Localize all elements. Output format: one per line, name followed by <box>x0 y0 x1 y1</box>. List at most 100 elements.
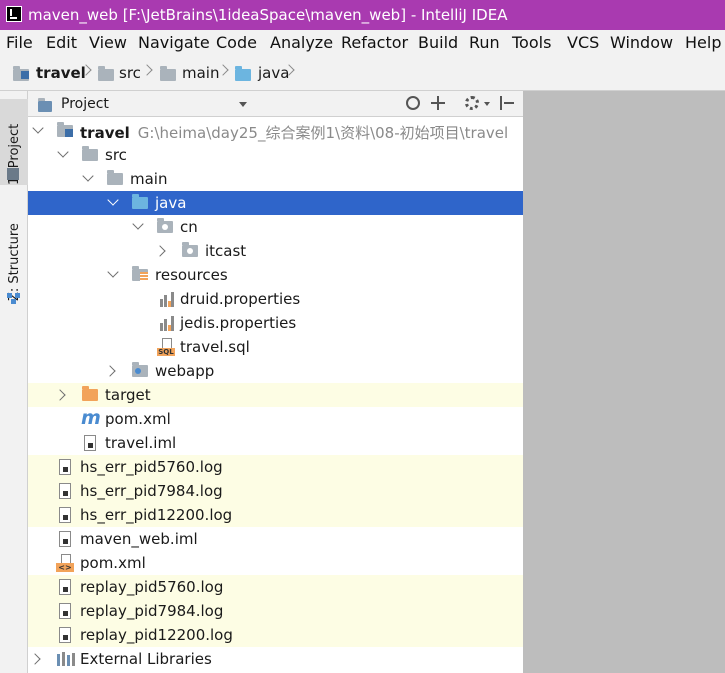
menu-build[interactable]: Build <box>418 33 458 52</box>
tree-label-maven-web-iml: maven_web.iml <box>80 530 198 548</box>
project-view-selector[interactable]: Project <box>61 96 109 112</box>
tree-row-java[interactable]: java <box>28 191 523 215</box>
tree-row-log-file[interactable]: replay_pid7984.log <box>28 599 523 623</box>
tool-window-strip: 1: Project Z: Structure <box>0 91 28 673</box>
project-icon <box>7 168 19 180</box>
chevron-right-icon[interactable] <box>54 389 66 401</box>
tree-label-log-file: hs_err_pid12200.log <box>80 506 233 524</box>
menu-vcs[interactable]: VCS <box>567 33 599 52</box>
tree-label-src: src <box>105 146 127 164</box>
chevron-down-icon[interactable] <box>57 146 69 158</box>
properties-file-icon <box>160 315 174 331</box>
menu-tools[interactable]: Tools <box>512 33 551 52</box>
tree-row-src[interactable]: src <box>28 143 523 167</box>
tree-label-druid-properties: druid.properties <box>180 290 301 308</box>
tree-label-main: main <box>130 170 168 188</box>
tree-row-travel-iml[interactable]: travel.iml <box>28 431 523 455</box>
menu-window[interactable]: Window <box>610 33 673 52</box>
intellij-icon <box>6 6 22 22</box>
menu-run[interactable]: Run <box>469 33 500 52</box>
tree-row-log-file[interactable]: hs_err_pid12200.log <box>28 503 523 527</box>
crosshair-icon[interactable] <box>406 96 420 110</box>
tree-row-pom-xml-root[interactable]: <> pom.xml <box>28 551 523 575</box>
menu-analyze[interactable]: Analyze <box>270 33 333 52</box>
tree-label-external-libraries: External Libraries <box>80 650 212 668</box>
gear-dropdown-icon[interactable] <box>484 102 490 106</box>
tree-label-resources: resources <box>155 266 228 284</box>
chevron-right-icon[interactable] <box>104 365 116 377</box>
structure-icon <box>7 293 21 305</box>
xml-file-icon: <> <box>56 554 74 572</box>
external-libraries-icon <box>57 652 75 666</box>
tab-structure[interactable]: Z: Structure <box>0 211 28 301</box>
log-file-icon <box>59 483 71 499</box>
chevron-right-icon[interactable] <box>29 653 41 665</box>
breadcrumb: travel src main java <box>0 56 725 91</box>
log-file-icon <box>59 579 71 595</box>
tree-row-cn[interactable]: cn <box>28 215 523 239</box>
chevron-right-icon <box>141 64 153 76</box>
menu-file[interactable]: File <box>6 33 33 52</box>
tree-row-main[interactable]: main <box>28 167 523 191</box>
tree-label-itcast: itcast <box>205 242 247 260</box>
gear-icon[interactable] <box>465 96 479 110</box>
folder-icon <box>160 66 176 81</box>
collapse-all-icon[interactable] <box>431 96 445 110</box>
breadcrumb-main[interactable]: main <box>182 56 219 90</box>
menu-code[interactable]: Code <box>216 33 257 52</box>
tree-label-webapp: webapp <box>155 362 215 380</box>
log-file-icon <box>59 459 71 475</box>
tree-row-travel[interactable]: travel G:\heima\day25_综合案例1\资料\08-初始项目\tr… <box>28 119 523 143</box>
tree-label-log-file: hs_err_pid5760.log <box>80 458 223 476</box>
tree-label-log-file: replay_pid7984.log <box>80 602 224 620</box>
tree-label-java: java <box>155 194 187 212</box>
title-bar: maven_web [F:\JetBrains\1ideaSpace\maven… <box>0 0 725 30</box>
breadcrumb-src[interactable]: src <box>119 56 141 90</box>
tree-label-travel-iml: travel.iml <box>105 434 177 452</box>
tree-label-pom-xml-root: pom.xml <box>80 554 146 572</box>
tree-label-pom-xml-module: pom.xml <box>105 410 171 428</box>
tree-row-log-file[interactable]: hs_err_pid5760.log <box>28 455 523 479</box>
hide-icon[interactable] <box>500 96 514 110</box>
chevron-down-icon[interactable] <box>132 218 144 230</box>
menu-edit[interactable]: Edit <box>46 33 77 52</box>
maven-icon: m <box>81 407 101 429</box>
breadcrumb-travel[interactable]: travel <box>36 56 86 90</box>
tree-row-webapp[interactable]: webapp <box>28 359 523 383</box>
log-file-icon <box>59 627 71 643</box>
tree-row-jedis-properties[interactable]: jedis.properties <box>28 311 523 335</box>
project-panel-header: Project <box>28 91 523 117</box>
chevron-right-icon[interactable] <box>154 245 166 257</box>
window-title: maven_web [F:\JetBrains\1ideaSpace\maven… <box>28 6 508 24</box>
tree-row-log-file[interactable]: replay_pid5760.log <box>28 575 523 599</box>
tree-label-target: target <box>105 386 151 404</box>
menu-navigate[interactable]: Navigate <box>138 33 210 52</box>
tree-label-log-file: hs_err_pid7984.log <box>80 482 223 500</box>
iml-file-icon <box>59 531 71 547</box>
module-folder-icon <box>13 66 29 85</box>
menu-refactor[interactable]: Refactor <box>341 33 408 52</box>
tree-row-external-libraries[interactable]: External Libraries <box>28 647 523 671</box>
chevron-down-icon[interactable] <box>82 170 94 182</box>
editor-area <box>523 91 725 673</box>
log-file-icon <box>59 603 71 619</box>
menu-view[interactable]: View <box>89 33 127 52</box>
tree-row-itcast[interactable]: itcast <box>28 239 523 263</box>
tree-row-log-file[interactable]: replay_pid12200.log <box>28 623 523 647</box>
tree-label-travel-sql: travel.sql <box>180 338 250 356</box>
chevron-down-icon[interactable] <box>107 194 119 206</box>
tree-row-travel-sql[interactable]: SQL travel.sql <box>28 335 523 359</box>
chevron-down-icon[interactable] <box>32 122 44 134</box>
menu-bar: File Edit View Navigate Code Analyze Ref… <box>0 30 725 56</box>
tree-row-target[interactable]: target <box>28 383 523 407</box>
tree-row-pom-xml-module[interactable]: m pom.xml <box>28 407 523 431</box>
tree-row-log-file[interactable]: hs_err_pid7984.log <box>28 479 523 503</box>
menu-help[interactable]: Help <box>685 33 721 52</box>
tree-row-druid-properties[interactable]: druid.properties <box>28 287 523 311</box>
tree-row-maven-web-iml[interactable]: maven_web.iml <box>28 527 523 551</box>
tree-row-resources[interactable]: resources <box>28 263 523 287</box>
breadcrumb-java[interactable]: java <box>258 56 289 90</box>
chevron-down-icon[interactable] <box>107 266 119 278</box>
tree-label-cn: cn <box>180 218 198 236</box>
chevron-down-icon[interactable] <box>239 102 247 107</box>
